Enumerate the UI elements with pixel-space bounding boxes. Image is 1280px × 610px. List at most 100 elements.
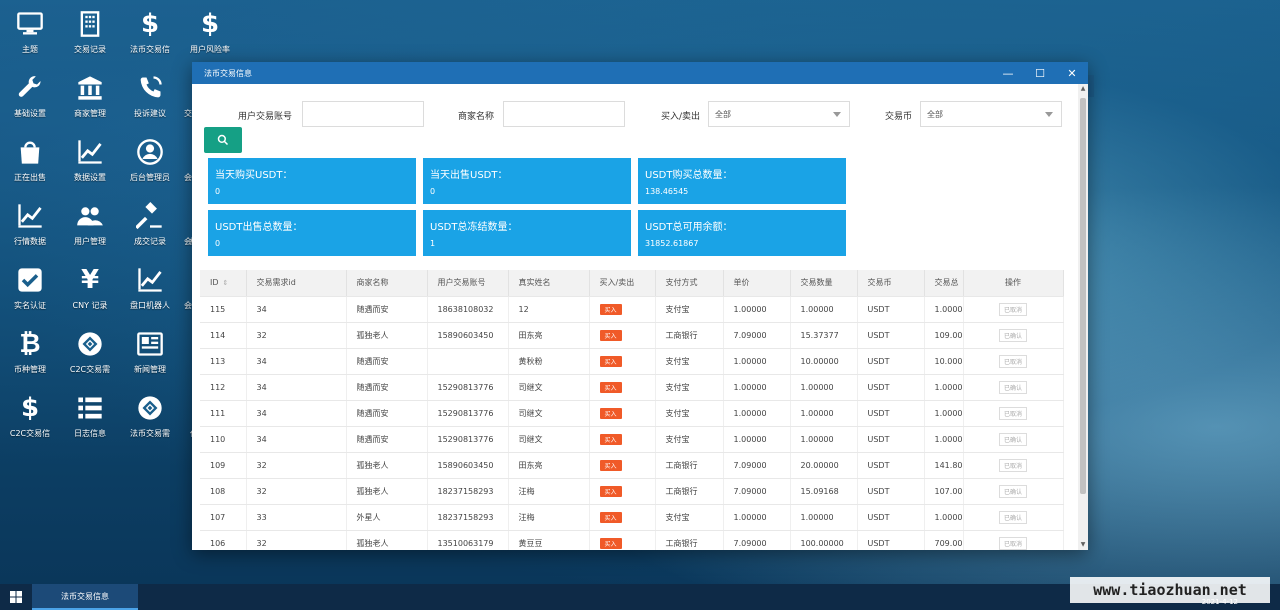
status-button[interactable]: 已取消 (998, 354, 1027, 368)
status-button[interactable]: 已确认 (998, 484, 1027, 498)
table-cell: 15.37377 (790, 322, 858, 349)
column-header[interactable]: ID ⇕ (200, 270, 247, 297)
desktop-shortcut-label: 正在出售 (14, 173, 46, 182)
line-chart-icon (134, 264, 166, 296)
table-cell: 1.0000 (924, 400, 964, 427)
close-button[interactable]: ✕ (1056, 62, 1088, 84)
desktop-shortcut[interactable]: $ 法币交易信 (120, 0, 180, 64)
desktop-shortcut[interactable]: 数据设置 (60, 128, 120, 192)
table-row[interactable]: 107 33 外星人 18237158293 汪梅 买入 支付宝 1.00000 1.00000… (200, 504, 1064, 531)
trade-table: ID ⇕ 交易需求id 商家名称 用户交易账号 真实姓名 买入/卖出 支付方式 单价 交易数量 交易… (200, 270, 1064, 550)
table-row[interactable]: 106 32 孤独老人 13510063179 黄豆豆 买入 工商银行 7.09000 100.… (200, 530, 1064, 550)
table-cell: 随遇而安 (346, 426, 428, 453)
vertical-scrollbar[interactable]: ▲ ▼ (1078, 84, 1088, 550)
table-cell: 外星人 (346, 504, 428, 531)
desktop-shortcut[interactable]: ¥ CNY 记录 (60, 256, 120, 320)
column-header[interactable]: 真实姓名 (508, 270, 590, 297)
table-cell: 田东亮 (508, 322, 590, 349)
status-button[interactable]: 已取消 (998, 536, 1027, 550)
table-row[interactable]: 108 32 孤独老人 18237158293 汪梅 买入 工商银行 7.09000 15.09… (200, 478, 1064, 505)
status-button[interactable]: 已取消 (998, 406, 1027, 420)
table-cell: 汪梅 (508, 504, 590, 531)
stat-value: 138.46545 (645, 187, 689, 196)
maximize-button[interactable]: ☐ (1024, 62, 1056, 84)
account-input[interactable] (302, 101, 424, 127)
table-cell: 工商银行 (655, 530, 724, 550)
table-cell: 工商银行 (655, 478, 724, 505)
sort-icon[interactable]: ⇕ (223, 279, 229, 287)
coin-select[interactable]: 全部 (920, 101, 1062, 127)
status-button[interactable]: 已取消 (998, 458, 1027, 472)
desktop-shortcut-label: 会 (184, 173, 192, 182)
column-header[interactable]: 商家名称 (346, 270, 428, 297)
stat-tile: USDT购买总数量： 138.46545 (638, 158, 846, 204)
stat-value: 0 (215, 239, 221, 248)
column-header[interactable]: 操作 (963, 270, 1064, 297)
search-button[interactable] (204, 127, 242, 153)
type-select[interactable]: 全部 (708, 101, 850, 127)
stat-tile: USDT出售总数量： 0 (208, 210, 416, 256)
status-button[interactable]: 已确认 (998, 380, 1027, 394)
desktop-shortcut[interactable]: 盘口机器人 (120, 256, 180, 320)
table-row[interactable]: 110 34 随遇而安 15290813776 司继文 买入 支付宝 1.00000 1.000… (200, 426, 1064, 453)
desktop-shortcut[interactable]: 投诉建议 (120, 64, 180, 128)
status-button[interactable]: 已确认 (998, 510, 1027, 524)
column-header[interactable]: 交易币 (857, 270, 925, 297)
desktop-shortcut[interactable]: C2C交易需 (60, 320, 120, 384)
scroll-thumb[interactable] (1080, 98, 1086, 494)
scroll-up-icon[interactable]: ▲ (1078, 84, 1088, 94)
desktop-shortcut[interactable]: 正在出售 (0, 128, 60, 192)
desktop-shortcut[interactable]: 新闻管理 (120, 320, 180, 384)
column-header-label: 支付方式 (665, 278, 698, 288)
merchant-input[interactable] (503, 101, 625, 127)
table-row[interactable]: 114 32 孤独老人 15890603450 田东亮 买入 工商银行 7.09000 15.3… (200, 322, 1064, 349)
windows-logo-icon (10, 591, 22, 603)
table-cell: 孤独老人 (346, 530, 428, 550)
table-cell: 买入 (589, 504, 656, 531)
status-button[interactable]: 已确认 (998, 432, 1027, 446)
desktop-shortcut[interactable]: 成交记录 (120, 192, 180, 256)
desktop-shortcut[interactable]: 法币交易需 (120, 384, 180, 448)
table-cell: 买入 (589, 400, 656, 427)
column-header[interactable]: 交易需求id (246, 270, 347, 297)
table-row[interactable]: 113 34 随遇而安 黄秋粉 买入 支付宝 1.00000 10.00000 USDT 10.0… (200, 348, 1064, 375)
desktop-shortcut[interactable]: 商家管理 (60, 64, 120, 128)
search-icon (217, 134, 229, 146)
table-cell: 20.00000 (790, 452, 858, 479)
table-cell: 支付宝 (655, 504, 724, 531)
start-button[interactable] (0, 584, 32, 610)
column-header-label: ID (210, 278, 219, 288)
desktop-shortcut[interactable]: 用户管理 (60, 192, 120, 256)
status-button[interactable]: 已确认 (998, 328, 1027, 342)
column-header[interactable]: 单价 (723, 270, 791, 297)
window-titlebar[interactable]: 法币交易信息 — ☐ ✕ (192, 62, 1088, 84)
desktop-shortcut[interactable]: 实名认证 (0, 256, 60, 320)
status-button[interactable]: 已取消 (998, 302, 1027, 316)
column-header[interactable]: 交易数量 (790, 270, 858, 297)
table-cell: 已确认 (963, 322, 1064, 349)
minimize-button[interactable]: — (992, 62, 1024, 84)
desktop-shortcut-label: 会 (184, 237, 192, 246)
desktop-shortcut[interactable]: 后台管理员 (120, 128, 180, 192)
desktop-shortcut[interactable]: ₿ 币种管理 (0, 320, 60, 384)
table-cell: 1.00000 (790, 296, 858, 323)
column-header[interactable]: 支付方式 (655, 270, 724, 297)
column-header[interactable]: 交易总 (924, 270, 964, 297)
desktop-shortcut[interactable]: 交易记录 (60, 0, 120, 64)
desktop-shortcut[interactable]: 主题 (0, 0, 60, 64)
table-row[interactable]: 109 32 孤独老人 15890603450 田东亮 买入 工商银行 7.09000 20.0… (200, 452, 1064, 479)
desktop-shortcut[interactable]: $ 用户风险率 (180, 0, 240, 64)
desktop-shortcut[interactable]: $ C2C交易信 (0, 384, 60, 448)
scroll-down-icon[interactable]: ▼ (1078, 540, 1088, 550)
desktop-shortcut[interactable]: 行情数据 (0, 192, 60, 256)
column-header[interactable]: 买入/卖出 (589, 270, 656, 297)
taskbar-item-fiat-trade[interactable]: 法币交易信息 (32, 584, 138, 610)
table-row[interactable]: 115 34 随遇而安 18638108032 12 买入 支付宝 1.00000 1.0000… (200, 296, 1064, 323)
desktop-shortcut[interactable]: 基础设置 (0, 64, 60, 128)
column-header[interactable]: 用户交易账号 (427, 270, 509, 297)
desktop-shortcut[interactable]: 日志信息 (60, 384, 120, 448)
table-row[interactable]: 112 34 随遇而安 15290813776 司继文 买入 支付宝 1.00000 1.000… (200, 374, 1064, 401)
dollar-icon: $ (140, 9, 160, 39)
table-row[interactable]: 111 34 随遇而安 15290813776 司继文 买入 支付宝 1.00000 1.000… (200, 400, 1064, 427)
table-cell: USDT (857, 374, 925, 401)
